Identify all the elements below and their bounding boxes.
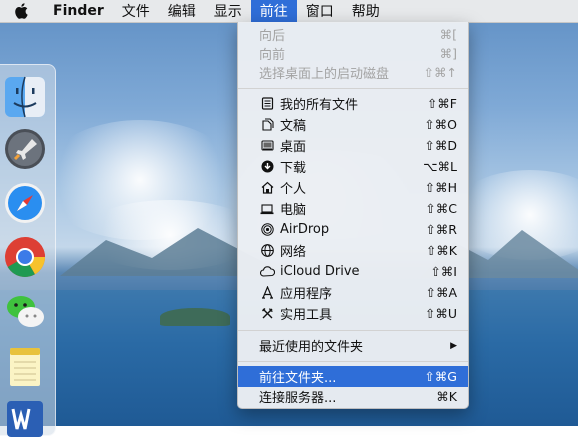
submenu-arrow-icon: ▶	[450, 340, 457, 351]
airdrop-icon	[258, 222, 276, 238]
menu-item-shortcut: ⇧⌘G	[424, 369, 457, 384]
menu-item-back[interactable]: 向后 ⌘[	[238, 24, 468, 45]
menu-item-label: 实用工具	[280, 308, 333, 323]
menu-item-label: 前往文件夹...	[259, 371, 337, 386]
menu-item-all-files[interactable]: 我的所有文件 ⇧⌘F	[238, 93, 468, 114]
word-icon[interactable]	[1, 395, 49, 443]
menu-item-shortcut: ⇧⌘A	[425, 285, 457, 300]
finder-icon[interactable]	[1, 73, 49, 121]
menu-item-label: 电脑	[280, 203, 307, 218]
chrome-icon[interactable]	[1, 233, 49, 281]
menu-item-shortcut: ⌥⌘L	[423, 159, 457, 174]
menu-item-shortcut: ⇧⌘F	[426, 96, 457, 111]
notes-icon[interactable]	[1, 343, 49, 391]
menu-item-shortcut: ⇧⌘↑	[423, 65, 457, 80]
menu-item-airdrop[interactable]: AirDrop ⇧⌘R	[238, 219, 468, 240]
computer-icon	[258, 201, 276, 217]
menu-help[interactable]: 帮助	[343, 0, 389, 22]
menu-item-label: AirDrop	[280, 222, 330, 237]
menu-item-utilities[interactable]: 实用工具 ⇧⌘U	[238, 303, 468, 324]
menu-view[interactable]: 显示	[205, 0, 251, 22]
menu-item-label: 个人	[280, 182, 307, 197]
menu-item-applications[interactable]: 应用程序 ⇧⌘A	[238, 282, 468, 303]
menu-item-shortcut: ⇧⌘H	[424, 180, 457, 195]
menu-item-shortcut: ⌘]	[439, 46, 457, 61]
applications-icon	[258, 285, 276, 301]
menu-item-label: iCloud Drive	[280, 264, 360, 279]
menu-item-label: 连接服务器...	[259, 391, 337, 406]
menu-file[interactable]: 文件	[113, 0, 159, 22]
menu-item-shortcut: ⇧⌘D	[424, 138, 457, 153]
menu-bar: Finder 文件 编辑 显示 前往 窗口 帮助	[0, 0, 578, 23]
menu-separator	[238, 361, 468, 362]
dock	[0, 64, 56, 437]
menu-item-connect-server[interactable]: 连接服务器... ⌘K	[238, 386, 468, 407]
menu-go[interactable]: 前往	[250, 0, 297, 22]
launchpad-icon[interactable]	[1, 125, 49, 173]
menu-item-shortcut: ⇧⌘U	[424, 306, 457, 321]
menu-item-downloads[interactable]: 下载 ⌥⌘L	[238, 156, 468, 177]
menu-item-shortcut: ⌘[	[439, 27, 457, 42]
menu-item-label: 向前	[259, 48, 286, 63]
menu-item-label: 网络	[280, 245, 307, 260]
menu-item-shortcut: ⌘K	[436, 389, 457, 404]
menu-item-computer[interactable]: 电脑 ⇧⌘C	[238, 198, 468, 219]
menu-item-startup-disk[interactable]: 选择桌面上的启动磁盘 ⇧⌘↑	[238, 62, 468, 83]
menu-item-shortcut: ⇧⌘K	[425, 243, 457, 258]
safari-icon[interactable]	[1, 179, 49, 227]
menu-item-go-to-folder[interactable]: 前往文件夹... ⇧⌘G	[238, 366, 468, 387]
menu-window[interactable]: 窗口	[297, 0, 343, 22]
menu-item-label: 选择桌面上的启动磁盘	[259, 67, 390, 82]
downloads-icon	[258, 159, 276, 175]
home-icon	[258, 180, 276, 196]
menu-separator	[238, 330, 468, 331]
network-icon	[258, 243, 276, 259]
apple-icon[interactable]	[10, 0, 32, 22]
menu-item-shortcut: ⇧⌘C	[425, 201, 457, 216]
menu-item-label: 我的所有文件	[280, 98, 359, 113]
menu-item-label: 最近使用的文件夹	[259, 340, 364, 355]
menu-separator	[238, 88, 468, 89]
utilities-icon	[258, 306, 276, 322]
desktop-icon	[258, 138, 276, 154]
menu-edit[interactable]: 编辑	[159, 0, 205, 22]
menu-item-icloud-drive[interactable]: iCloud Drive ⇧⌘I	[238, 261, 468, 282]
menu-item-shortcut: ⇧⌘R	[425, 222, 457, 237]
menu-item-shortcut: ⇧⌘I	[430, 264, 457, 279]
menu-item-label: 下载	[280, 161, 307, 176]
menu-item-label: 文稿	[280, 119, 307, 134]
menu-item-forward[interactable]: 向前 ⌘]	[238, 43, 468, 64]
menu-item-network[interactable]: 网络 ⇧⌘K	[238, 240, 468, 261]
menu-item-label: 应用程序	[280, 287, 333, 302]
menu-item-recent-folders[interactable]: 最近使用的文件夹 ▶	[238, 335, 468, 356]
menu-item-label: 向后	[259, 29, 286, 44]
menu-item-desktop[interactable]: 桌面 ⇧⌘D	[238, 135, 468, 156]
menu-item-label: 桌面	[280, 140, 307, 155]
documents-icon	[258, 117, 276, 133]
menu-finder[interactable]: Finder	[44, 0, 113, 22]
menu-item-shortcut: ⇧⌘O	[424, 117, 457, 132]
icloud-icon	[258, 264, 276, 280]
menu-item-home[interactable]: 个人 ⇧⌘H	[238, 177, 468, 198]
wechat-icon[interactable]	[1, 287, 49, 335]
go-menu: 向后 ⌘[ 向前 ⌘] 选择桌面上的启动磁盘 ⇧⌘↑ 我的所有文件 ⇧⌘F 文稿…	[237, 22, 469, 409]
all-files-icon	[258, 96, 276, 112]
menu-item-documents[interactable]: 文稿 ⇧⌘O	[238, 114, 468, 135]
